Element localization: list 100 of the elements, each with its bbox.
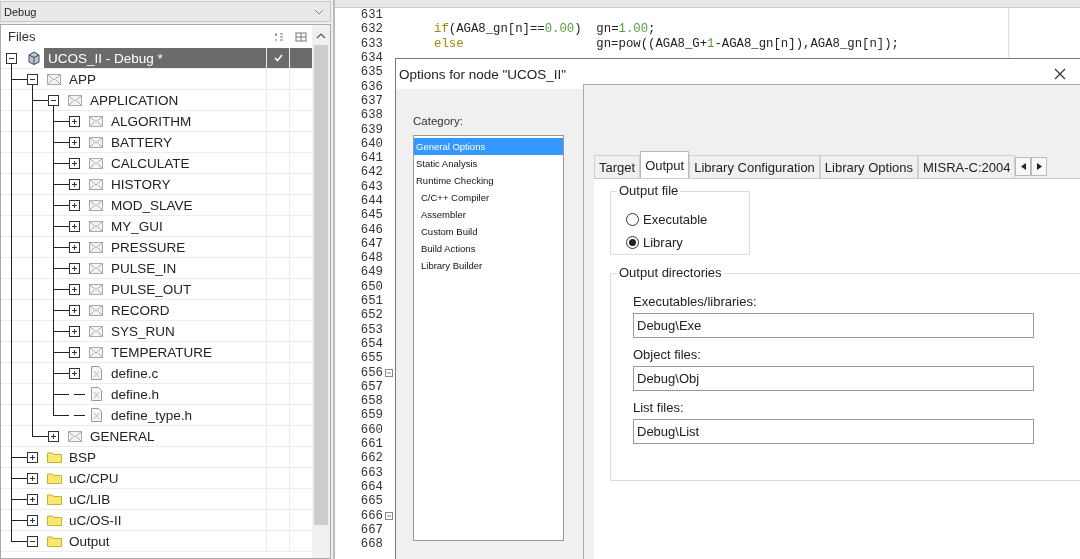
expand-icon[interactable] (69, 283, 80, 295)
group-item[interactable]: HISTORY (107, 174, 266, 194)
expand-icon[interactable] (69, 115, 80, 127)
group-item[interactable]: CALCULATE (107, 153, 266, 173)
group-title: Output directories (617, 265, 724, 280)
folder-icon (46, 514, 62, 526)
expand-icon[interactable] (27, 514, 38, 526)
group-item[interactable]: TEMPERATURE (107, 342, 266, 362)
group-item[interactable]: MY_GUI (107, 216, 266, 236)
close-icon[interactable] (1054, 68, 1066, 80)
tab[interactable]: MISRA-C:2004 (918, 155, 1016, 178)
expand-icon[interactable] (69, 136, 80, 148)
file-item[interactable]: define.c (107, 363, 266, 383)
group-icon (89, 136, 103, 148)
group-item[interactable]: BSP (65, 447, 266, 467)
category-item[interactable]: Assembler (414, 206, 563, 223)
collapse-icon[interactable] (6, 52, 17, 64)
fold-icon[interactable] (385, 511, 393, 520)
radio-label: Executable (643, 212, 708, 227)
group-icon (89, 157, 103, 169)
group-item[interactable]: MOD_SLAVE (107, 195, 266, 215)
group-icon (89, 115, 103, 127)
dialog-title: Options for node "UCOS_II" (399, 66, 567, 82)
tab[interactable]: Output (640, 151, 690, 178)
configuration-dropdown[interactable]: Debug (0, 1, 331, 22)
group-icon (89, 241, 103, 253)
expand-icon[interactable] (27, 493, 38, 505)
group-item[interactable]: uC/CPU (65, 468, 266, 488)
fold-icon[interactable] (385, 368, 393, 377)
expand-icon[interactable] (48, 430, 59, 442)
expand-icon[interactable] (69, 325, 80, 337)
folder-icon (46, 535, 62, 547)
group-item[interactable]: ALGORITHM (107, 111, 266, 131)
group-icon (68, 430, 82, 442)
grid-icon[interactable] (295, 31, 307, 42)
file-icon (90, 366, 102, 380)
category-item[interactable]: Custom Build (414, 223, 563, 240)
tab[interactable]: Library Options (819, 155, 918, 178)
file-item[interactable]: define.h (107, 384, 266, 404)
category-item[interactable]: Runtime Checking (414, 172, 563, 189)
folder-icon (46, 493, 62, 505)
category-item[interactable]: C/C++ Compiler (414, 189, 563, 206)
sort-icon[interactable] (274, 31, 284, 42)
scroll-thumb[interactable] (314, 45, 328, 525)
group-item[interactable]: APP (65, 69, 266, 89)
expand-icon[interactable] (69, 262, 80, 274)
field-label: Executables/libraries: (633, 294, 758, 309)
group-item[interactable]: uC/OS-II (65, 510, 266, 530)
tab-scroll-right-button[interactable] (1031, 157, 1048, 176)
expand-icon[interactable] (69, 367, 80, 379)
field-label: Object files: (633, 347, 702, 362)
caret-right-icon (1036, 163, 1042, 170)
expand-icon[interactable] (69, 346, 80, 358)
radio-button[interactable] (626, 236, 639, 249)
expand-icon[interactable] (69, 220, 80, 232)
group-item[interactable]: uC/LIB (65, 489, 266, 509)
cube-icon (26, 51, 40, 65)
radio-label: Library (643, 235, 683, 250)
group-item[interactable]: GENERAL (86, 426, 266, 446)
expand-icon[interactable] (69, 157, 80, 169)
tab[interactable]: Library Configuration (689, 155, 820, 178)
category-item[interactable]: Library Builder (414, 257, 563, 274)
folder-icon (46, 472, 62, 484)
group-item[interactable]: SYS_RUN (107, 321, 266, 341)
group-item[interactable]: Output (65, 531, 266, 551)
input-field[interactable]: Debug\Obj (633, 366, 1034, 391)
file-item[interactable]: define_type.h (107, 405, 266, 425)
caret-left-icon (1020, 163, 1026, 170)
expand-icon[interactable] (69, 304, 80, 316)
group-icon (89, 178, 103, 190)
radio-button[interactable] (626, 213, 639, 226)
group-item[interactable]: PULSE_IN (107, 258, 266, 278)
expand-icon[interactable] (27, 451, 38, 463)
scroll-up-icon[interactable] (316, 33, 326, 39)
tab[interactable]: Target (594, 155, 641, 178)
project-item[interactable]: UCOS_II - Debug * (44, 48, 266, 68)
collapse-icon[interactable] (27, 73, 38, 85)
tab-scroll-left-button[interactable] (1015, 157, 1032, 176)
scrollbar[interactable] (312, 25, 330, 558)
collapse-icon[interactable] (27, 535, 38, 547)
group-item[interactable]: PULSE_OUT (107, 279, 266, 299)
group-item[interactable]: PRESSURE (107, 237, 266, 257)
group-item[interactable]: BATTERY (107, 132, 266, 152)
group-item[interactable]: RECORD (107, 300, 266, 320)
group-icon (89, 325, 103, 337)
expand-icon[interactable] (69, 241, 80, 253)
code-line: else gn=pow((AGA8_G+1-AGA8_gn[n]),AGA8_gn[n]); (433, 36, 899, 51)
group-icon (89, 199, 103, 211)
expand-icon[interactable] (69, 199, 80, 211)
group-item[interactable]: APPLICATION (86, 90, 266, 110)
collapse-icon[interactable] (48, 94, 59, 106)
file-icon (90, 408, 102, 422)
expand-icon[interactable] (27, 472, 38, 484)
expand-icon[interactable] (69, 178, 80, 190)
category-item[interactable]: Static Analysis (414, 155, 563, 172)
group-icon (47, 73, 61, 85)
input-field[interactable]: Debug\Exe (633, 313, 1034, 338)
input-field[interactable]: Debug\List (633, 419, 1034, 444)
group-icon (89, 262, 103, 274)
category-item[interactable]: Build Actions (414, 240, 563, 257)
